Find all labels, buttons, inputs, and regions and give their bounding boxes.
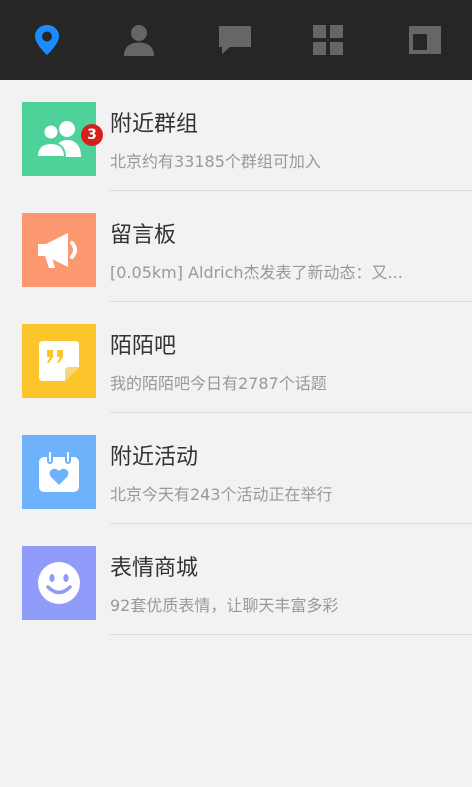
- person-icon: [124, 25, 154, 56]
- message-board-tile: [22, 213, 96, 287]
- list-item-nearby-groups[interactable]: 附近群组 北京约有33185个群组可加入: [0, 80, 472, 191]
- item-subtitle: 92套优质表情，让聊天丰富多彩: [110, 596, 339, 615]
- item-subtitle: [0.05km] Aldrich杰发表了新动态：又...: [110, 263, 403, 282]
- nearby-events-tile: [22, 435, 96, 509]
- quote-note-icon: [39, 341, 79, 381]
- smiley-icon: [38, 562, 80, 604]
- item-title: 表情商城: [110, 556, 199, 581]
- item-title: 附近活动: [110, 445, 199, 470]
- momo-bar-tile: [22, 324, 96, 398]
- group-icon: [35, 121, 81, 158]
- sticker-store-tile: [22, 546, 96, 620]
- unread-badge: 3: [81, 124, 103, 146]
- item-title: 留言板: [110, 223, 177, 248]
- tab-messages[interactable]: [188, 0, 282, 80]
- divider: [110, 634, 472, 635]
- item-subtitle: 我的陌陌吧今日有2787个话题: [110, 374, 327, 393]
- feature-list: 附近群组 北京约有33185个群组可加入 留言板 [0.05km] Aldric…: [0, 80, 472, 635]
- item-title: 附近群组: [110, 112, 199, 137]
- chat-bubble-icon: [219, 26, 251, 54]
- tab-more[interactable]: [378, 0, 472, 80]
- list-item-message-board[interactable]: 留言板 [0.05km] Aldrich杰发表了新动态：又...: [0, 191, 472, 302]
- megaphone-icon: [38, 233, 77, 268]
- location-pin-icon: [35, 25, 59, 55]
- item-subtitle: 北京约有33185个群组可加入: [110, 152, 321, 171]
- browser-window-icon: [409, 26, 441, 54]
- list-item-sticker-store[interactable]: 表情商城 92套优质表情，让聊天丰富多彩: [0, 524, 472, 635]
- grid-icon: [313, 25, 343, 55]
- item-subtitle: 北京今天有243个活动正在举行: [110, 485, 333, 504]
- calendar-heart-icon: [39, 450, 79, 492]
- item-title: 陌陌吧: [110, 334, 177, 359]
- tab-nearby[interactable]: [0, 0, 94, 80]
- list-item-momo-bar[interactable]: 陌陌吧 我的陌陌吧今日有2787个话题: [0, 302, 472, 413]
- list-item-nearby-events[interactable]: 附近活动 北京今天有243个活动正在举行: [0, 413, 472, 524]
- tab-discover[interactable]: [281, 0, 375, 80]
- top-tab-bar: [0, 0, 472, 80]
- tab-profile[interactable]: [92, 0, 186, 80]
